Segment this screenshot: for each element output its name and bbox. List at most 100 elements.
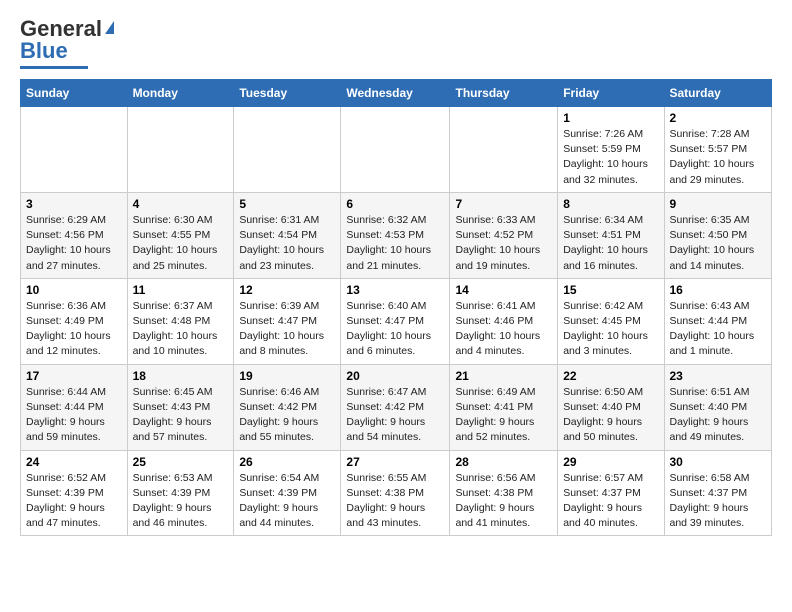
calendar-cell: 13 Sunrise: 6:40 AM Sunset: 4:47 PM Dayli… — [341, 278, 450, 364]
weekday-header: Tuesday — [234, 80, 341, 107]
calendar-cell: 22 Sunrise: 6:50 AM Sunset: 4:40 PM Dayli… — [558, 364, 664, 450]
day-info: Sunrise: 6:35 AM Sunset: 4:50 PM Dayligh… — [670, 213, 767, 274]
calendar-cell: 1Sunrise: 7:26 AM Sunset: 5:59 PM Daylig… — [558, 107, 664, 193]
calendar-cell: 17 Sunrise: 6:44 AM Sunset: 4:44 PM Dayli… — [21, 364, 128, 450]
day-number: 18 — [133, 369, 229, 383]
day-info: Sunrise: 6:33 AM Sunset: 4:52 PM Dayligh… — [455, 213, 552, 274]
calendar-cell: 26 Sunrise: 6:54 AM Sunset: 4:39 PM Dayli… — [234, 450, 341, 536]
calendar-cell: 29 Sunrise: 6:57 AM Sunset: 4:37 PM Dayli… — [558, 450, 664, 536]
calendar-week-row: 1Sunrise: 7:26 AM Sunset: 5:59 PM Daylig… — [21, 107, 772, 193]
calendar-cell: 7 Sunrise: 6:33 AM Sunset: 4:52 PM Daylig… — [450, 192, 558, 278]
day-number: 27 — [346, 455, 444, 469]
day-number: 30 — [670, 455, 767, 469]
day-info: Sunrise: 6:54 AM Sunset: 4:39 PM Dayligh… — [239, 471, 335, 532]
day-info: Sunrise: 6:52 AM Sunset: 4:39 PM Dayligh… — [26, 471, 122, 532]
day-info: Sunrise: 6:42 AM Sunset: 4:45 PM Dayligh… — [563, 299, 658, 360]
weekday-header: Saturday — [664, 80, 772, 107]
day-info: Sunrise: 6:50 AM Sunset: 4:40 PM Dayligh… — [563, 385, 658, 446]
logo: General Blue — [20, 16, 114, 69]
calendar-week-row: 10 Sunrise: 6:36 AM Sunset: 4:49 PM Dayli… — [21, 278, 772, 364]
weekday-header: Monday — [127, 80, 234, 107]
day-info: Sunrise: 6:41 AM Sunset: 4:46 PM Dayligh… — [455, 299, 552, 360]
day-number: 10 — [26, 283, 122, 297]
day-number: 7 — [455, 197, 552, 211]
day-number: 3 — [26, 197, 122, 211]
day-number: 13 — [346, 283, 444, 297]
day-info: Sunrise: 6:40 AM Sunset: 4:47 PM Dayligh… — [346, 299, 444, 360]
calendar-week-row: 3 Sunrise: 6:29 AM Sunset: 4:56 PM Daylig… — [21, 192, 772, 278]
calendar-cell — [234, 107, 341, 193]
weekday-header: Thursday — [450, 80, 558, 107]
day-info: Sunrise: 6:51 AM Sunset: 4:40 PM Dayligh… — [670, 385, 767, 446]
logo-blue-text: Blue — [20, 38, 68, 64]
calendar-cell: 16 Sunrise: 6:43 AM Sunset: 4:44 PM Dayli… — [664, 278, 772, 364]
calendar-cell — [127, 107, 234, 193]
calendar-cell: 10 Sunrise: 6:36 AM Sunset: 4:49 PM Dayli… — [21, 278, 128, 364]
day-info: Sunrise: 6:49 AM Sunset: 4:41 PM Dayligh… — [455, 385, 552, 446]
day-number: 2 — [670, 111, 767, 125]
day-info: Sunrise: 6:56 AM Sunset: 4:38 PM Dayligh… — [455, 471, 552, 532]
calendar-cell — [450, 107, 558, 193]
calendar-cell: 27 Sunrise: 6:55 AM Sunset: 4:38 PM Dayli… — [341, 450, 450, 536]
day-info: Sunrise: 6:53 AM Sunset: 4:39 PM Dayligh… — [133, 471, 229, 532]
calendar-cell — [341, 107, 450, 193]
header-area: General Blue — [20, 16, 772, 69]
calendar-cell: 20 Sunrise: 6:47 AM Sunset: 4:42 PM Dayli… — [341, 364, 450, 450]
day-number: 17 — [26, 369, 122, 383]
day-number: 11 — [133, 283, 229, 297]
day-number: 24 — [26, 455, 122, 469]
day-info: Sunrise: 6:29 AM Sunset: 4:56 PM Dayligh… — [26, 213, 122, 274]
logo-underline — [20, 66, 88, 69]
day-info: Sunrise: 6:57 AM Sunset: 4:37 PM Dayligh… — [563, 471, 658, 532]
day-number: 4 — [133, 197, 229, 211]
day-number: 15 — [563, 283, 658, 297]
calendar-cell: 19Sunrise: 6:46 AM Sunset: 4:42 PM Dayli… — [234, 364, 341, 450]
day-number: 26 — [239, 455, 335, 469]
day-info: Sunrise: 6:44 AM Sunset: 4:44 PM Dayligh… — [26, 385, 122, 446]
calendar-cell: 23 Sunrise: 6:51 AM Sunset: 4:40 PM Dayli… — [664, 364, 772, 450]
day-number: 29 — [563, 455, 658, 469]
calendar-cell: 28 Sunrise: 6:56 AM Sunset: 4:38 PM Dayli… — [450, 450, 558, 536]
calendar-cell: 14 Sunrise: 6:41 AM Sunset: 4:46 PM Dayli… — [450, 278, 558, 364]
day-info: Sunrise: 6:46 AM Sunset: 4:42 PM Dayligh… — [239, 385, 335, 446]
calendar-cell: 11Sunrise: 6:37 AM Sunset: 4:48 PM Dayli… — [127, 278, 234, 364]
calendar-cell: 6 Sunrise: 6:32 AM Sunset: 4:53 PM Daylig… — [341, 192, 450, 278]
day-number: 6 — [346, 197, 444, 211]
logo-icon — [105, 21, 114, 34]
day-info: Sunrise: 7:28 AM Sunset: 5:57 PM Dayligh… — [670, 127, 767, 188]
calendar-cell: 5Sunrise: 6:31 AM Sunset: 4:54 PM Daylig… — [234, 192, 341, 278]
day-info: Sunrise: 6:32 AM Sunset: 4:53 PM Dayligh… — [346, 213, 444, 274]
calendar-cell: 25Sunrise: 6:53 AM Sunset: 4:39 PM Dayli… — [127, 450, 234, 536]
day-info: Sunrise: 6:36 AM Sunset: 4:49 PM Dayligh… — [26, 299, 122, 360]
day-number: 8 — [563, 197, 658, 211]
calendar-cell: 30 Sunrise: 6:58 AM Sunset: 4:37 PM Dayli… — [664, 450, 772, 536]
weekday-header: Sunday — [21, 80, 128, 107]
day-number: 23 — [670, 369, 767, 383]
page: General Blue SundayMondayTuesdayWednesda… — [0, 0, 792, 552]
day-info: Sunrise: 6:39 AM Sunset: 4:47 PM Dayligh… — [239, 299, 335, 360]
day-info: Sunrise: 7:26 AM Sunset: 5:59 PM Dayligh… — [563, 127, 658, 188]
day-number: 14 — [455, 283, 552, 297]
day-info: Sunrise: 6:45 AM Sunset: 4:43 PM Dayligh… — [133, 385, 229, 446]
day-info: Sunrise: 6:30 AM Sunset: 4:55 PM Dayligh… — [133, 213, 229, 274]
day-info: Sunrise: 6:58 AM Sunset: 4:37 PM Dayligh… — [670, 471, 767, 532]
calendar-cell: 12Sunrise: 6:39 AM Sunset: 4:47 PM Dayli… — [234, 278, 341, 364]
weekday-header: Wednesday — [341, 80, 450, 107]
day-number: 16 — [670, 283, 767, 297]
calendar-cell — [21, 107, 128, 193]
calendar-cell: 21 Sunrise: 6:49 AM Sunset: 4:41 PM Dayli… — [450, 364, 558, 450]
day-number: 21 — [455, 369, 552, 383]
calendar-cell: 2 Sunrise: 7:28 AM Sunset: 5:57 PM Daylig… — [664, 107, 772, 193]
calendar-table: SundayMondayTuesdayWednesdayThursdayFrid… — [20, 79, 772, 536]
day-info: Sunrise: 6:47 AM Sunset: 4:42 PM Dayligh… — [346, 385, 444, 446]
day-number: 22 — [563, 369, 658, 383]
calendar-week-row: 17 Sunrise: 6:44 AM Sunset: 4:44 PM Dayli… — [21, 364, 772, 450]
day-number: 28 — [455, 455, 552, 469]
day-number: 9 — [670, 197, 767, 211]
day-info: Sunrise: 6:43 AM Sunset: 4:44 PM Dayligh… — [670, 299, 767, 360]
day-info: Sunrise: 6:55 AM Sunset: 4:38 PM Dayligh… — [346, 471, 444, 532]
day-number: 20 — [346, 369, 444, 383]
calendar-header-row: SundayMondayTuesdayWednesdayThursdayFrid… — [21, 80, 772, 107]
calendar-week-row: 24 Sunrise: 6:52 AM Sunset: 4:39 PM Dayli… — [21, 450, 772, 536]
calendar-cell: 18 Sunrise: 6:45 AM Sunset: 4:43 PM Dayli… — [127, 364, 234, 450]
